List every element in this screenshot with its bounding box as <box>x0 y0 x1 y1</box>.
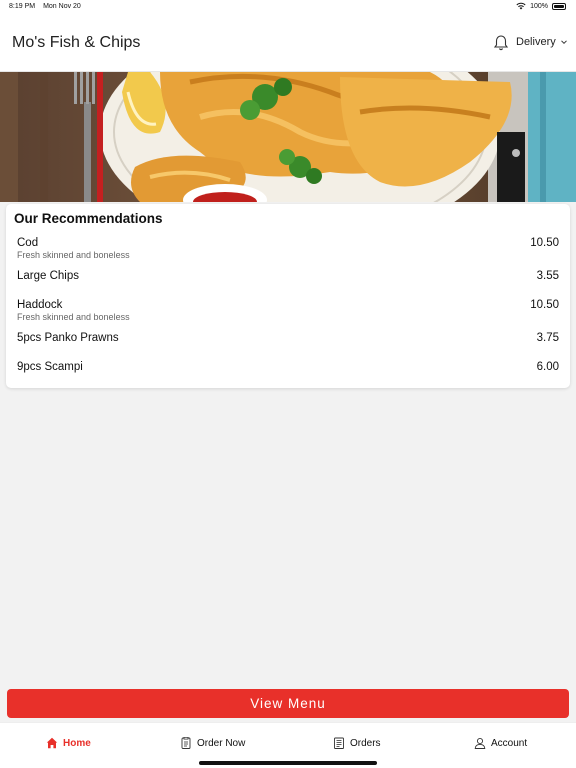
recommendations-card: Our Recommendations Cod Fresh skinned an… <box>6 204 570 388</box>
menu-item-description: Fresh skinned and boneless <box>17 312 130 322</box>
menu-item-price: 3.55 <box>536 270 559 282</box>
menu-item-name: Large Chips <box>17 270 80 282</box>
menu-item-scampi[interactable]: 9pcs Scampi 6.00 <box>17 361 559 373</box>
nav-account-label: Account <box>491 737 528 749</box>
menu-item-large-chips[interactable]: Large Chips 3.55 <box>17 270 559 282</box>
menu-item-description: Fresh skinned and boneless <box>17 250 130 260</box>
wifi-icon <box>516 2 526 10</box>
battery-icon <box>552 2 566 10</box>
menu-item-name: Haddock <box>17 299 63 311</box>
home-indicator <box>199 761 377 765</box>
menu-item-haddock[interactable]: Haddock Fresh skinned and boneless 10.50 <box>17 299 559 322</box>
home-icon <box>46 737 58 749</box>
menu-item-name: 9pcs Scampi <box>17 361 83 373</box>
menu-item-price: 10.50 <box>530 299 559 311</box>
view-menu-button[interactable]: View Menu <box>7 689 569 718</box>
battery-percentage: 100% <box>530 2 548 10</box>
menu-item-cod[interactable]: Cod Fresh skinned and boneless 10.50 <box>17 237 559 260</box>
app-header: Mo's Fish & Chips Delivery <box>0 14 576 72</box>
bottom-nav: Home Order Now Orders Account <box>0 722 576 768</box>
status-date: Mon Nov 20 <box>43 3 81 10</box>
nav-orders[interactable]: Orders <box>333 737 381 749</box>
delivery-label: Delivery <box>516 36 556 48</box>
app-title: Mo's Fish & Chips <box>12 34 141 51</box>
status-bar: 8:19 PM Mon Nov 20 100% <box>0 0 576 14</box>
delivery-selector[interactable]: Delivery <box>516 36 568 48</box>
nav-order-now[interactable]: Order Now <box>180 737 245 749</box>
nav-orders-label: Orders <box>350 737 381 749</box>
nav-home-label: Home <box>63 737 91 749</box>
user-icon <box>474 737 486 749</box>
hero-image <box>0 72 576 202</box>
menu-item-name: Cod <box>17 237 39 249</box>
nav-order-now-label: Order Now <box>197 737 246 749</box>
recommendations-title: Our Recommendations <box>14 211 163 226</box>
menu-item-name: 5pcs Panko Prawns <box>17 332 119 344</box>
nav-home[interactable]: Home <box>46 737 91 749</box>
menu-item-price: 3.75 <box>536 332 559 344</box>
menu-item-price: 6.00 <box>536 361 559 373</box>
order-icon <box>181 737 191 749</box>
menu-item-panko-prawns[interactable]: 5pcs Panko Prawns 3.75 <box>17 332 559 344</box>
nav-account[interactable]: Account <box>474 737 527 749</box>
bell-icon[interactable] <box>493 34 509 52</box>
menu-item-price: 10.50 <box>530 237 559 249</box>
chevron-down-icon <box>560 40 567 45</box>
status-time: 8:19 PM <box>9 3 36 10</box>
receipt-icon <box>334 737 344 749</box>
